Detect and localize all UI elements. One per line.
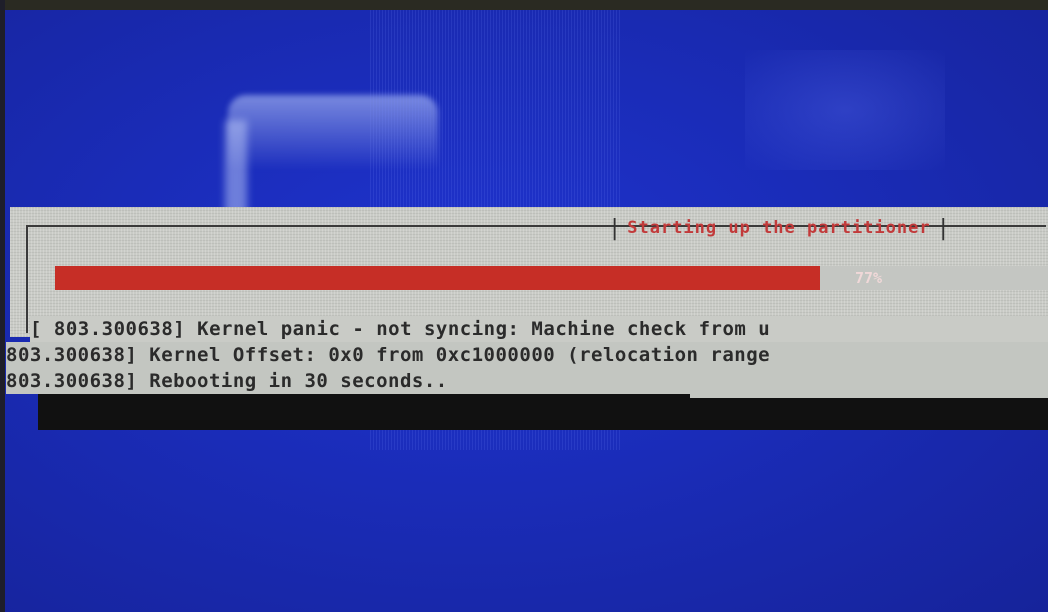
console-line-kernel-panic: [ 803.300638] Kernel panic - not syncing… [30, 316, 1048, 342]
title-right-border: | [936, 215, 950, 241]
dialog-title-bar: | Starting up the partitioner | [608, 211, 950, 245]
title-left-border: | [608, 215, 622, 241]
console-line-kernel-offset: 803.300638] Kernel Offset: 0x0 from 0xc1… [6, 342, 1048, 368]
monitor-bezel-left [0, 0, 5, 612]
console-line-rebooting: 803.300638] Rebooting in 30 seconds.. [6, 368, 1048, 394]
dialog-title: Starting up the partitioner [627, 218, 931, 238]
monitor-bezel-top [0, 0, 1048, 10]
monitor-screen: | Starting up the partitioner | 77% [ 80… [0, 0, 1048, 612]
screen-glare [745, 50, 945, 170]
progress-bar: 77% [55, 266, 1048, 290]
kernel-console-output: [ 803.300638] Kernel panic - not syncing… [0, 316, 1048, 416]
progress-bar-fill [55, 266, 820, 290]
progress-percent-label: 77% [855, 269, 883, 287]
